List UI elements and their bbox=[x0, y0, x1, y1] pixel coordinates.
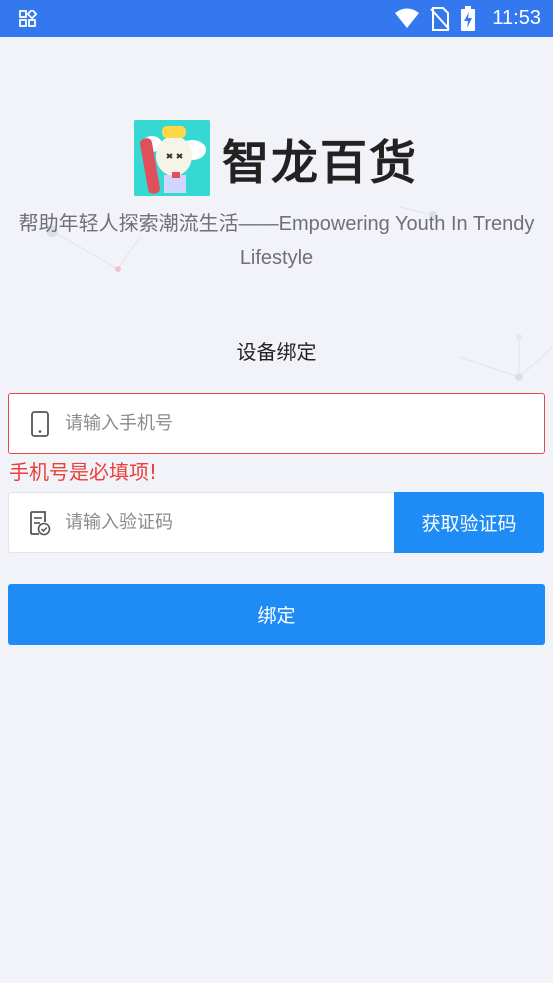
wifi-icon bbox=[395, 8, 420, 28]
status-indicators: 11:53 bbox=[394, 0, 541, 37]
app-name: 智龙百货 bbox=[222, 135, 418, 191]
no-sim-icon bbox=[430, 6, 451, 31]
brand-header: 智龙百货 bbox=[134, 120, 418, 196]
mascot-logo bbox=[134, 120, 210, 196]
code-input[interactable] bbox=[65, 512, 355, 533]
page-title: 设备绑定 bbox=[236, 340, 317, 364]
apps-grid-icon bbox=[19, 10, 37, 27]
slogan: 帮助年轻人探索潮流生活——Empowering Youth In Trendy … bbox=[18, 213, 535, 269]
status-bar: 11:53 bbox=[0, 0, 553, 37]
phone-field[interactable] bbox=[8, 393, 545, 454]
phone-icon bbox=[31, 410, 49, 437]
get-code-button[interactable]: 获取验证码 bbox=[394, 492, 544, 553]
verify-doc-icon bbox=[30, 510, 51, 535]
battery-charging-icon bbox=[461, 5, 476, 31]
bind-button[interactable]: 绑定 bbox=[8, 584, 545, 645]
phone-input[interactable] bbox=[65, 413, 465, 434]
status-time: 11:53 bbox=[492, 7, 541, 29]
phone-error-message: 手机号是必填项! bbox=[9, 460, 158, 484]
code-field[interactable] bbox=[8, 492, 395, 553]
